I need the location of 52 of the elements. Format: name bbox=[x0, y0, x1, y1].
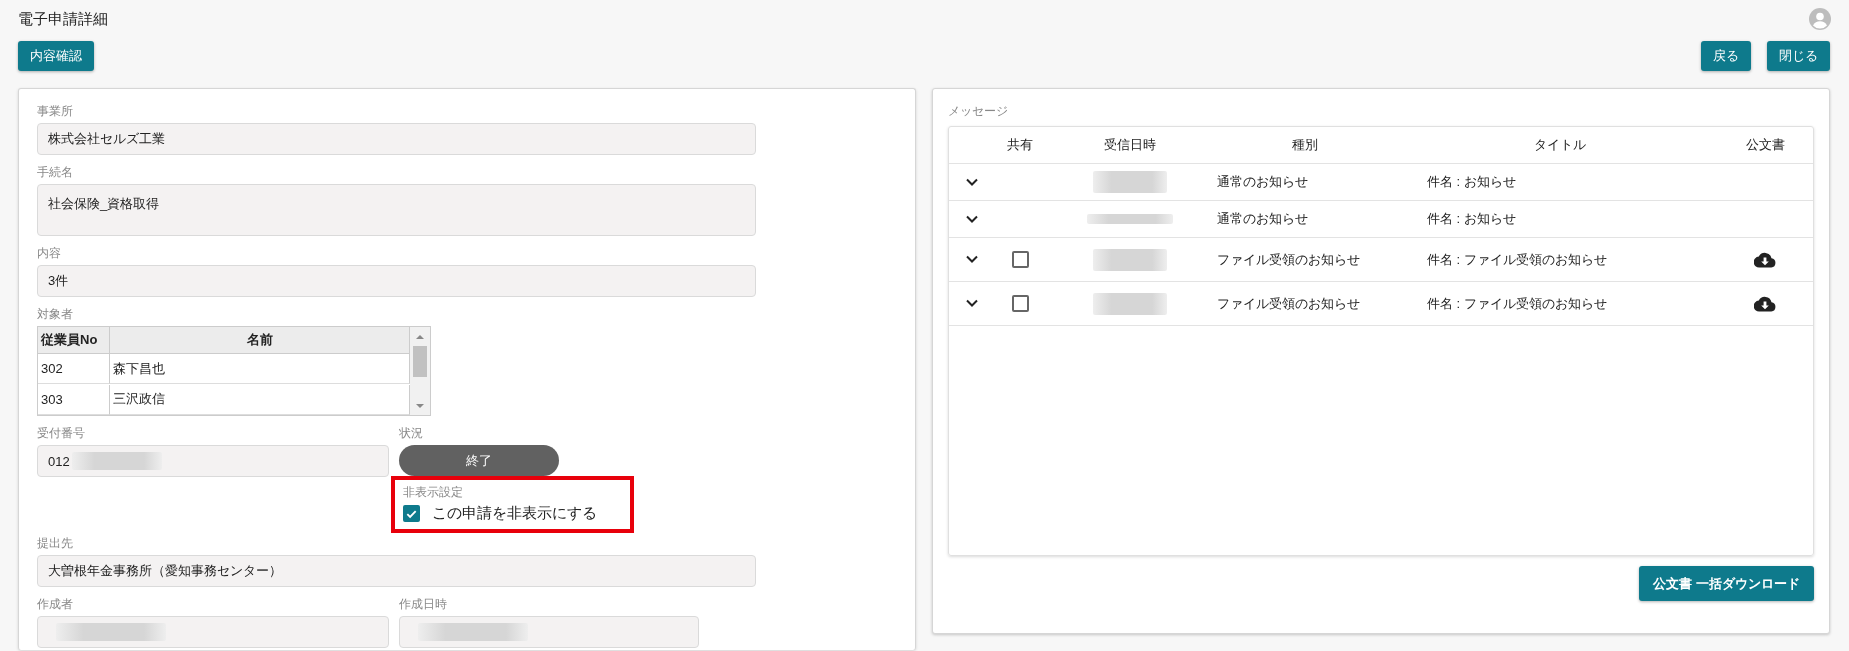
field-label: 作成日時 bbox=[399, 596, 447, 613]
chevron-down-icon[interactable] bbox=[965, 177, 979, 187]
table-cell-text: 通常のお知らせ bbox=[1216, 173, 1309, 191]
page-title: 電子申請詳細 bbox=[18, 9, 108, 29]
field-label: 手続名 bbox=[37, 164, 73, 181]
text-area: 社会保険_資格取得 bbox=[37, 184, 756, 236]
status-button[interactable]: 終了 bbox=[399, 445, 559, 476]
column-header: 公文書 bbox=[1744, 136, 1786, 154]
field-label: 提出先 bbox=[37, 535, 73, 552]
table-cell: 森下昌也 bbox=[110, 354, 410, 385]
table-cell: 303 bbox=[38, 384, 110, 415]
field-label: 事業所 bbox=[37, 103, 73, 120]
cloud-download-icon[interactable] bbox=[1754, 295, 1776, 312]
table-cell: 302 bbox=[38, 354, 110, 385]
field-label: 対象者 bbox=[37, 306, 73, 323]
checkbox[interactable] bbox=[403, 505, 420, 522]
table-cell-text: 件名 : お知らせ bbox=[1426, 210, 1517, 228]
chevron-down-icon[interactable] bbox=[965, 214, 979, 224]
checkbox[interactable] bbox=[1011, 251, 1029, 268]
message-row[interactable]: ファイル受領のお知らせ 件名 : ファイル受領のお知らせ bbox=[949, 238, 1813, 282]
field-label: 非表示設定 bbox=[403, 484, 463, 501]
column-header: タイトル bbox=[1533, 136, 1587, 154]
field-label: 状況 bbox=[399, 425, 423, 442]
chevron-down-icon[interactable] bbox=[965, 299, 979, 308]
column-header: 名前 bbox=[110, 327, 410, 354]
message-row[interactable]: 通常のお知らせ 件名 : お知らせ bbox=[949, 201, 1813, 238]
table-cell-text: 件名 : ファイル受領のお知らせ bbox=[1426, 250, 1608, 269]
table-cell-text: 件名 : ファイル受領のお知らせ bbox=[1426, 294, 1608, 313]
table-cell-text: ファイル受領のお知らせ bbox=[1216, 294, 1361, 313]
toolbar-button[interactable]: 戻る bbox=[1701, 41, 1751, 71]
field-label: 受付番号 bbox=[37, 425, 85, 442]
field-label: 作成者 bbox=[37, 596, 73, 613]
column-header: 種別 bbox=[1291, 136, 1319, 154]
chevron-down-icon[interactable] bbox=[965, 255, 979, 264]
table-cell-text: 件名 : お知らせ bbox=[1426, 173, 1517, 191]
column-header: 共有 bbox=[1006, 136, 1034, 154]
column-header: 受信日時 bbox=[1103, 136, 1157, 154]
table-cell: 三沢政信 bbox=[110, 384, 410, 415]
message-row[interactable]: 通常のお知らせ 件名 : お知らせ bbox=[949, 164, 1813, 201]
cloud-download-icon[interactable] bbox=[1754, 251, 1776, 268]
scrollbar[interactable] bbox=[410, 327, 430, 415]
table-cell-text: ファイル受領のお知らせ bbox=[1216, 250, 1361, 269]
checkbox[interactable] bbox=[1011, 295, 1029, 312]
section-label: メッセージ bbox=[948, 103, 1008, 120]
bulk-download-button[interactable]: 公文書 一括ダウンロード bbox=[1639, 566, 1814, 601]
toolbar-button[interactable]: 閉じる bbox=[1767, 41, 1830, 71]
field-label: 内容 bbox=[37, 245, 61, 262]
toolbar-button[interactable]: 内容確認 bbox=[18, 41, 94, 71]
table-cell-text: 通常のお知らせ bbox=[1216, 210, 1309, 228]
checkbox-label[interactable]: この申請を非表示にする bbox=[432, 504, 597, 523]
column-header: 従業員No bbox=[38, 327, 110, 354]
message-row[interactable]: ファイル受領のお知らせ 件名 : ファイル受領のお知らせ bbox=[949, 282, 1813, 326]
